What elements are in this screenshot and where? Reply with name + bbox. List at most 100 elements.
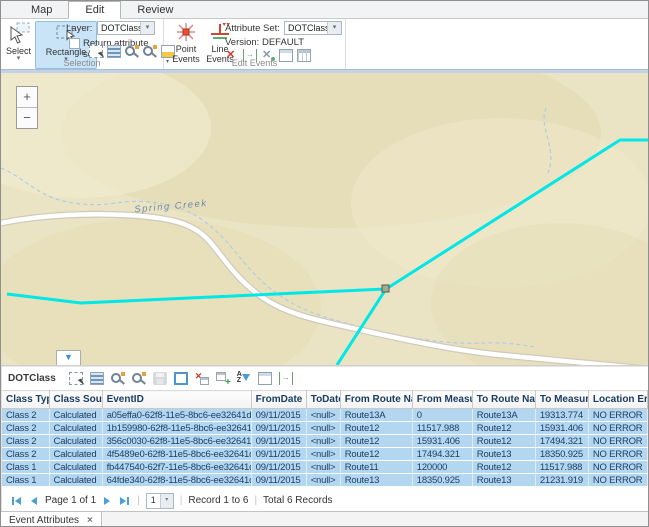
- point-events-icon: [175, 21, 197, 43]
- list-icon[interactable]: [107, 45, 121, 58]
- table-cell: 120000: [412, 461, 472, 474]
- delete-record-icon[interactable]: [195, 372, 209, 385]
- tab-map[interactable]: Map: [15, 2, 68, 18]
- table-source-label: DOTClass: [8, 373, 56, 384]
- add-record-icon[interactable]: [216, 372, 230, 385]
- edit-events-group: Point Events Line Events Attribute Set: …: [164, 19, 346, 69]
- return-attribute-set-checkbox[interactable]: [69, 38, 80, 49]
- zoom-out-button[interactable]: −: [17, 108, 37, 128]
- table-cell: 356c0030-62f8-11e5-8bc6-ee32641d5ec9: [102, 435, 251, 448]
- panel-tab-bar: Event Attributes ×: [1, 511, 648, 527]
- total-records-label: Total 6 Records: [263, 495, 332, 506]
- column-header[interactable]: ToDate: [306, 391, 340, 409]
- measure-icon[interactable]: [279, 372, 293, 385]
- sort-icon[interactable]: [237, 372, 251, 385]
- table-cell: Route13: [472, 474, 535, 487]
- attribute-set-dropdown[interactable]: DOTClass ▾: [284, 21, 342, 35]
- table-row[interactable]: Class 2Calculated356c0030-62f8-11e5-8bc6…: [2, 435, 648, 448]
- table-cell: Class 2: [2, 435, 49, 448]
- layer-dropdown[interactable]: DOTClass ▾: [97, 21, 155, 35]
- table-cell: fb447540-62f7-11e5-8bc6-ee32641d5ec9: [102, 461, 251, 474]
- column-header[interactable]: From Route Name: [340, 391, 412, 409]
- switch-view-icon[interactable]: [174, 372, 188, 385]
- column-header[interactable]: EventID: [102, 391, 251, 409]
- table-cell: <null>: [306, 461, 340, 474]
- table-cell: Route13A: [340, 409, 412, 422]
- zoom-in-button[interactable]: +: [17, 87, 37, 108]
- table-cell: 21231.919: [535, 474, 588, 487]
- table-cell: 17494.321: [535, 435, 588, 448]
- layer-value: DOTClass: [98, 22, 140, 34]
- column-header[interactable]: Class Source: [49, 391, 102, 409]
- table-cell: Route12: [472, 461, 535, 474]
- zoom-to-selected-icon[interactable]: [111, 372, 125, 385]
- column-header[interactable]: To Route Name: [472, 391, 535, 409]
- save-icon[interactable]: [153, 372, 167, 385]
- table-row[interactable]: Class 1Calculated64fde340-62f8-11e5-8bc6…: [2, 474, 648, 487]
- table-row[interactable]: Class 2Calculated4f5489e0-62f8-11e5-8bc6…: [2, 448, 648, 461]
- page-number-dropdown[interactable]: 1 ▾: [146, 493, 174, 509]
- event-attributes-tab[interactable]: Event Attributes ×: [1, 512, 102, 527]
- collapse-panel-tab[interactable]: ▼: [56, 350, 81, 365]
- table-cell: <null>: [306, 422, 340, 435]
- column-header[interactable]: Class Type: [2, 391, 49, 409]
- table-cell: NO ERROR: [588, 448, 647, 461]
- table-cell: Calculated: [49, 448, 102, 461]
- map-view[interactable]: Spring Creek + − ▼: [1, 73, 648, 365]
- table-cell: a05effa0-62f8-11e5-8bc6-ee32641d5ec9: [102, 409, 251, 422]
- table-cell: Route12: [340, 435, 412, 448]
- table-cell: Route12: [340, 422, 412, 435]
- table-cell: Class 1: [2, 474, 49, 487]
- table-cell: 15931.406: [535, 422, 588, 435]
- next-page-button[interactable]: [102, 497, 112, 505]
- zoom-to-selected-icon[interactable]: [125, 45, 139, 58]
- first-page-button[interactable]: [10, 497, 23, 505]
- table-cell: 15931.406: [412, 435, 472, 448]
- table-cell: 09/11/2015: [251, 461, 306, 474]
- table-cell: Route12: [340, 448, 412, 461]
- table-cell: 09/11/2015: [251, 474, 306, 487]
- table-cell: 64fde340-62f8-11e5-8bc6-ee32641d5ec9: [102, 474, 251, 487]
- table-cell: 17494.321: [412, 448, 472, 461]
- table-cell: NO ERROR: [588, 422, 647, 435]
- select-cursor-icon: [7, 21, 31, 45]
- select-records-icon[interactable]: [69, 372, 83, 385]
- table-cell: Class 2: [2, 422, 49, 435]
- version-label: Version: DEFAULT: [225, 37, 304, 48]
- attribute-table: Class TypeClass SourceEventIDFromDateToD…: [1, 390, 648, 487]
- table-cell: 09/11/2015: [251, 409, 306, 422]
- table-cell: Route13: [340, 474, 412, 487]
- last-page-button[interactable]: [118, 497, 131, 505]
- previous-page-button[interactable]: [29, 497, 39, 505]
- tab-review[interactable]: Review: [121, 2, 189, 18]
- map-canvas[interactable]: Spring Creek: [1, 73, 648, 365]
- column-header[interactable]: From Measure: [412, 391, 472, 409]
- column-header[interactable]: Location Error: [588, 391, 647, 409]
- table-cell: Route11: [340, 461, 412, 474]
- selection-tool-icons: [89, 45, 175, 58]
- table-row[interactable]: Class 2Calculated1b159980-62f8-11e5-8bc6…: [2, 422, 648, 435]
- table-cell: 18350.925: [412, 474, 472, 487]
- table-row[interactable]: Class 1Calculatedfb447540-62f7-11e5-8bc6…: [2, 461, 648, 474]
- table-cell: Class 2: [2, 409, 49, 422]
- list-icon[interactable]: [90, 372, 104, 385]
- separator: |: [180, 495, 183, 506]
- select-records-icon[interactable]: [89, 45, 103, 58]
- chevron-down-icon[interactable]: ▾: [140, 22, 154, 34]
- close-icon[interactable]: ×: [87, 515, 93, 526]
- table-row[interactable]: Class 2Calculateda05effa0-62f8-11e5-8bc6…: [2, 409, 648, 422]
- column-header[interactable]: To Measure: [535, 391, 588, 409]
- chevron-down-icon[interactable]: ▾: [160, 494, 173, 508]
- table-pagination: Page 1 of 1 | 1 ▾ | Record 1 to 6 | Tota…: [1, 490, 648, 511]
- table-cell: Route13: [472, 448, 535, 461]
- column-header[interactable]: FromDate: [251, 391, 306, 409]
- chevron-down-icon[interactable]: ▾: [327, 22, 341, 34]
- table-header-row: Class TypeClass SourceEventIDFromDateToD…: [2, 391, 648, 409]
- zoom-next-selected-icon[interactable]: [143, 45, 157, 58]
- form-view-icon[interactable]: [258, 372, 272, 385]
- selection-group-label: Selection: [1, 58, 163, 68]
- table-cell: 09/11/2015: [251, 448, 306, 461]
- zoom-next-selected-icon[interactable]: [132, 372, 146, 385]
- route-junction-vertex[interactable]: [382, 285, 389, 292]
- tab-edit[interactable]: Edit: [68, 1, 121, 19]
